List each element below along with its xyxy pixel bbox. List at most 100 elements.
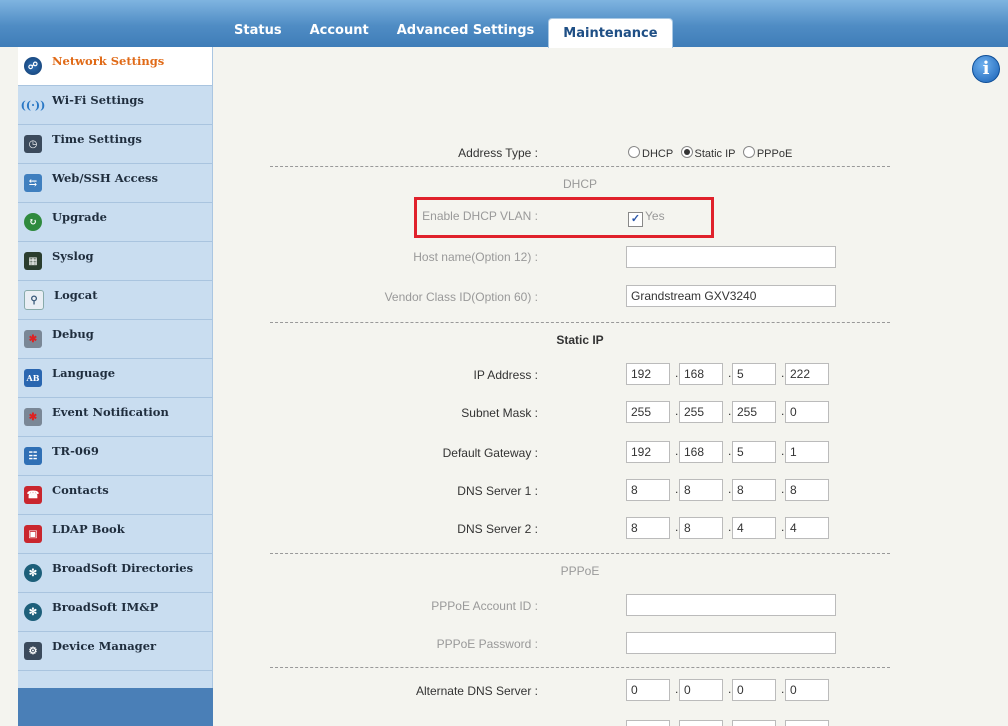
tab-advanced-settings[interactable]: Advanced Settings	[383, 18, 549, 47]
sidebar-footer	[18, 688, 213, 726]
partial-input[interactable]	[785, 720, 829, 726]
hostname-input[interactable]	[626, 246, 836, 268]
sidebar-item-web-ssh-access[interactable]: ⇆ Web/SSH Access	[18, 164, 212, 203]
ip-octet-input[interactable]: 0	[626, 679, 670, 701]
ip-octet-input[interactable]: 0	[732, 679, 776, 701]
ip-octet-input[interactable]: 8	[732, 479, 776, 501]
octet-separator: .	[781, 520, 785, 534]
ip-octet-input[interactable]: 168	[679, 441, 723, 463]
divider	[270, 553, 890, 554]
sidebar-item-tr069[interactable]: ☷ TR-069	[18, 437, 212, 476]
sidebar-item-label: BroadSoft Directories	[52, 561, 194, 575]
octet-separator: .	[781, 682, 785, 696]
octet-separator: .	[781, 444, 785, 458]
address-type-pppoe-option[interactable]: PPPoE	[742, 146, 792, 160]
syslog-icon: ▦	[24, 252, 42, 270]
static-ip-row-label: Default Gateway :	[442, 446, 538, 460]
vendor-class-label: Vendor Class ID(Option 60) :	[384, 290, 538, 304]
octet-separator: .	[675, 520, 679, 534]
sidebar-item-broadsoft-imp[interactable]: ✻ BroadSoft IM&P	[18, 593, 212, 632]
ip-octet-input[interactable]: 0	[785, 679, 829, 701]
main-tabs: Status Account Advanced Settings Mainten…	[220, 18, 673, 48]
sidebar-item-syslog[interactable]: ▦ Syslog	[18, 242, 212, 281]
sidebar-item-label: BroadSoft IM&P	[52, 600, 159, 614]
tab-maintenance[interactable]: Maintenance	[548, 18, 673, 48]
ip-octet-input[interactable]: 8	[626, 479, 670, 501]
debug-icon: ✱	[24, 330, 42, 348]
top-navigation-bar: Status Account Advanced Settings Mainten…	[0, 0, 1008, 48]
octet-separator: .	[728, 520, 732, 534]
ip-octet-input[interactable]: 4	[732, 517, 776, 539]
ip-octet-input[interactable]: 8	[626, 517, 670, 539]
pppoe-account-label: PPPoE Account ID :	[431, 599, 538, 613]
ip-octet-input[interactable]: 255	[626, 401, 670, 423]
ip-octet-input[interactable]: 0	[679, 679, 723, 701]
radio-icon	[742, 146, 755, 158]
sidebar-item-broadsoft-directories[interactable]: ✻ BroadSoft Directories	[18, 554, 212, 593]
octet-separator: .	[675, 404, 679, 418]
ip-octet-input[interactable]: 8	[785, 479, 829, 501]
language-icon: AB	[24, 369, 42, 387]
sidebar-item-ldap-book[interactable]: ▣ LDAP Book	[18, 515, 212, 554]
static-ip-row-label: IP Address :	[473, 368, 538, 382]
tab-account[interactable]: Account	[296, 18, 383, 47]
partial-input[interactable]	[679, 720, 723, 726]
ip-octet-input[interactable]: 8	[679, 517, 723, 539]
octet-separator: .	[675, 444, 679, 458]
octet-separator: .	[675, 366, 679, 380]
octet-separator: .	[728, 366, 732, 380]
sidebar-item-label: Network Settings	[52, 54, 165, 68]
sidebar-item-time-settings[interactable]: ◷ Time Settings	[18, 125, 212, 164]
address-type-dhcp-option[interactable]: DHCP	[628, 146, 673, 160]
clock-icon: ◷	[24, 135, 42, 153]
tab-status[interactable]: Status	[220, 18, 296, 47]
divider	[270, 166, 890, 167]
pppoe-password-input[interactable]	[626, 632, 836, 654]
tr069-icon: ☷	[24, 447, 42, 465]
sidebar-item-label: Device Manager	[52, 639, 157, 653]
ip-octet-input[interactable]: 4	[785, 517, 829, 539]
vendor-class-input[interactable]: Grandstream GXV3240	[626, 285, 836, 307]
address-type-static-ip-option[interactable]: Static IP	[680, 146, 735, 160]
sidebar-item-logcat[interactable]: ⚲ Logcat	[18, 281, 212, 320]
web-access-icon: ⇆	[24, 174, 42, 192]
event-notification-icon: ✱	[24, 408, 42, 426]
partial-input[interactable]	[626, 720, 670, 726]
sidebar-item-upgrade[interactable]: ↻ Upgrade	[18, 203, 212, 242]
sidebar-item-contacts[interactable]: ☎ Contacts	[18, 476, 212, 515]
ip-octet-input[interactable]: 168	[679, 363, 723, 385]
partial-input[interactable]	[732, 720, 776, 726]
static-ip-row-label: DNS Server 2 :	[457, 522, 538, 536]
ip-octet-input[interactable]: 5	[732, 363, 776, 385]
sidebar-item-wifi-settings[interactable]: ((·)) Wi-Fi Settings	[18, 86, 212, 125]
sidebar-item-label: Upgrade	[52, 210, 107, 224]
broadsoft-icon: ✻	[24, 564, 42, 582]
sidebar-item-device-manager[interactable]: ⚙ Device Manager	[18, 632, 212, 671]
sidebar-item-network-settings[interactable]: ☍ Network Settings	[18, 47, 212, 86]
hostname-label: Host name(Option 12) :	[413, 250, 538, 264]
ip-octet-input[interactable]: 192	[626, 441, 670, 463]
ip-octet-input[interactable]: 5	[732, 441, 776, 463]
sidebar-item-label: Event Notification	[52, 405, 169, 419]
sidebar-item-label: Contacts	[52, 483, 109, 497]
octet-separator: .	[675, 482, 679, 496]
octet-separator: .	[728, 682, 732, 696]
ip-octet-input[interactable]: 222	[785, 363, 829, 385]
ip-octet-input[interactable]: 255	[732, 401, 776, 423]
sidebar-item-debug[interactable]: ✱ Debug	[18, 320, 212, 359]
radio-selected-icon	[680, 146, 693, 158]
info-icon[interactable]: i	[972, 55, 1000, 83]
sidebar-item-label: Language	[52, 366, 116, 380]
pppoe-account-input[interactable]	[626, 594, 836, 616]
octet-separator: .	[728, 404, 732, 418]
sidebar-item-event-notification[interactable]: ✱ Event Notification	[18, 398, 212, 437]
ip-octet-input[interactable]: 255	[679, 401, 723, 423]
network-icon: ☍	[24, 57, 42, 75]
divider	[270, 667, 890, 668]
ip-octet-input[interactable]: 0	[785, 401, 829, 423]
ip-octet-input[interactable]: 8	[679, 479, 723, 501]
ip-octet-input[interactable]: 192	[626, 363, 670, 385]
sidebar-item-language[interactable]: AB Language	[18, 359, 212, 398]
ip-octet-input[interactable]: 1	[785, 441, 829, 463]
octet-separator: .	[675, 682, 679, 696]
